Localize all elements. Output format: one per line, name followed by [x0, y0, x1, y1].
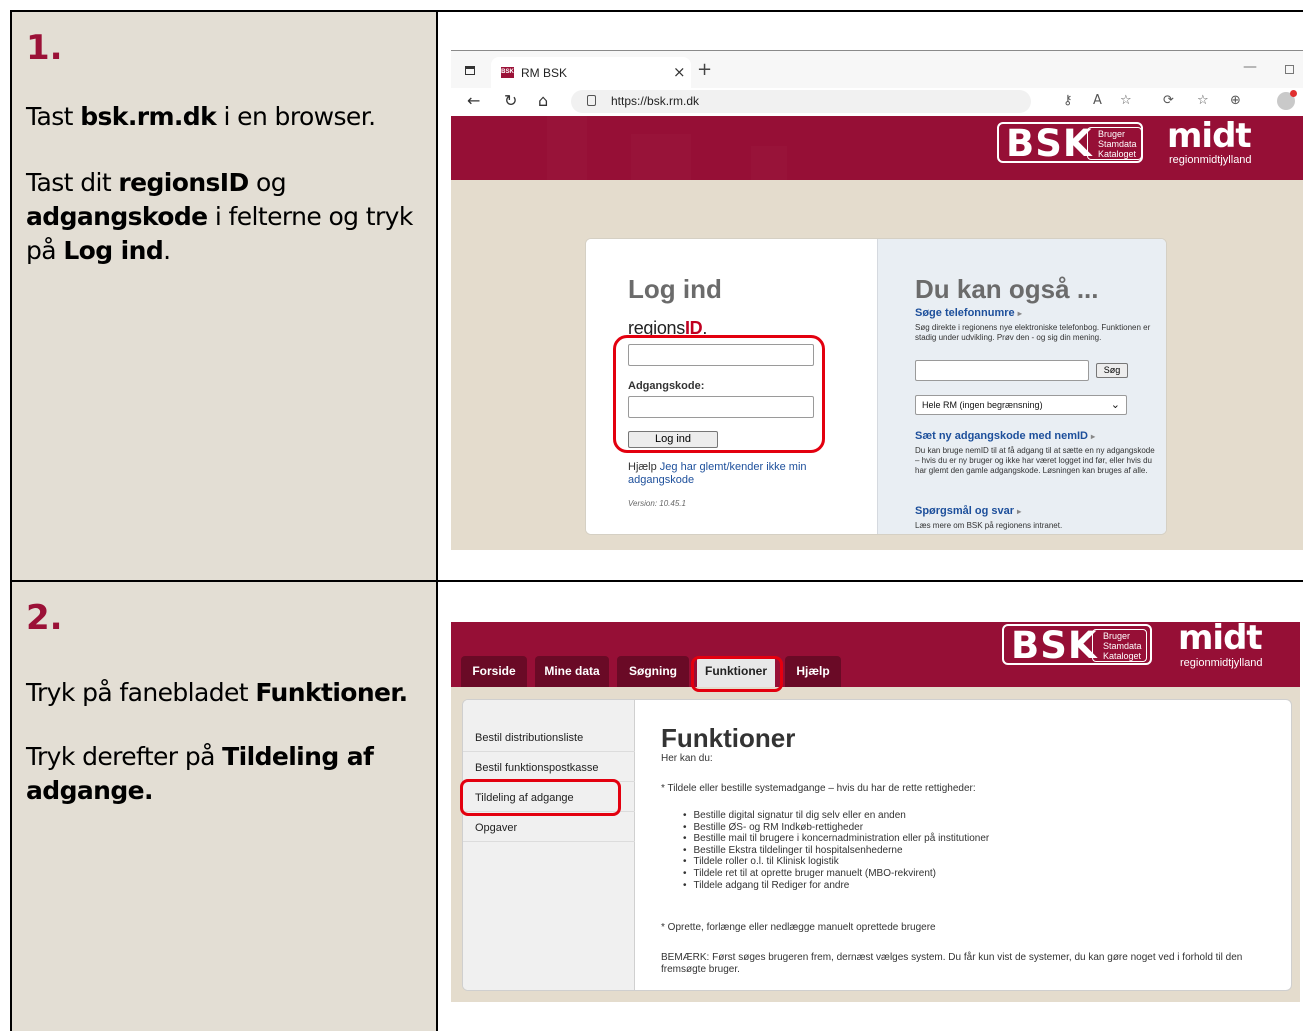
url-field[interactable]: https://bsk.rm.dk	[571, 90, 1031, 113]
dropdown-icon: ⌄	[1110, 399, 1120, 411]
region-logo-text: regionmidtjylland	[1169, 154, 1252, 166]
extensions-icon[interactable]: ⟳	[1163, 93, 1174, 108]
list-item: Tildele roller o.l. til Klinisk logistik	[683, 856, 989, 868]
read-aloud-icon[interactable]: A	[1093, 93, 1102, 108]
funktioner-screenshot: BSK Bruger Stamdata Kataloget midt regio…	[451, 622, 1300, 1002]
page-title: Funktioner	[661, 723, 796, 753]
list-item: Bestille Ekstra tildelinger til hospital…	[683, 845, 989, 857]
nemid-link[interactable]: Sæt ny adgangskode med nemID ▸	[915, 430, 1095, 442]
highlight-login-fields	[613, 335, 825, 453]
maximize-icon[interactable]	[1285, 65, 1294, 74]
bsk-nav-banner: BSK Bruger Stamdata Kataloget midt regio…	[451, 622, 1300, 687]
phone-search-input[interactable]	[915, 360, 1089, 381]
browser-tab[interactable]: BSK RM BSK ×	[491, 57, 691, 88]
tab-soegning[interactable]: Søgning	[617, 656, 689, 687]
region-logo-text: regionmidtjylland	[1180, 657, 1263, 669]
list-item: Tildele adgang til Rediger for andre	[683, 880, 989, 892]
step-1-number: 1.	[26, 28, 63, 68]
bsk-header-banner: BSK Bruger Stamdata Kataloget midt regio…	[451, 116, 1303, 180]
also-panel: Du kan også ... Søge telefonnumre ▸ Søg …	[877, 239, 1166, 534]
step-1-instruction-2: Tast dit regionsID og adgangskode i felt…	[26, 168, 413, 265]
function-list: Bestille digital signatur til dig selv e…	[683, 810, 990, 892]
list-item: Bestille digital signatur til dig selv e…	[683, 810, 989, 822]
version-text: Version: 10.45.1	[628, 499, 686, 508]
sidebar-item-funktionspostkasse[interactable]: Bestil funktionspostkasse	[463, 752, 635, 782]
region-select[interactable]: Hele RM (ingen begrænsning) ⌄	[915, 395, 1127, 415]
home-icon[interactable]: ⌂	[538, 91, 548, 110]
bsk-logo: BSK Bruger Stamdata Kataloget	[1002, 624, 1152, 666]
address-bar: ← ↻ ⌂ https://bsk.rm.dk ⚷ A ☆ ⟳ ☆ ⊕	[451, 88, 1303, 116]
reload-icon[interactable]: ↻	[504, 91, 517, 110]
profile-icon[interactable]	[1277, 90, 1297, 110]
collections-icon[interactable]: ⊕	[1230, 93, 1241, 108]
list-item: Tildele ret til at oprette bruger manuel…	[683, 868, 989, 880]
step-1-cell: 1. Tast bsk.rm.dk i en browser. Tast dit…	[10, 12, 438, 580]
step-1-instruction-1: Tast bsk.rm.dk i en browser.	[26, 102, 376, 131]
bsk-favicon: BSK	[501, 67, 514, 78]
favorite-icon[interactable]: ☆	[1120, 93, 1132, 108]
section-systemadgange: * Tildele eller bestille systemadgange –…	[661, 783, 976, 794]
phone-search-text: Søg direkte i regionens nye elektroniske…	[915, 323, 1151, 342]
note-text: BEMÆRK: Først søges brugeren frem, dernæ…	[661, 952, 1243, 975]
minimize-icon[interactable]: —	[1243, 59, 1257, 75]
highlight-funktioner-tab	[691, 656, 783, 692]
key-icon[interactable]: ⚷	[1063, 93, 1073, 108]
function-sidebar: Bestil distributionsliste Bestil funktio…	[463, 700, 635, 990]
also-title: Du kan også ...	[915, 274, 1099, 304]
tab-title: RM BSK	[521, 66, 568, 80]
faq-text: Læs mere om BSK på regionens intranet.	[915, 521, 1063, 530]
tab-mine-data[interactable]: Mine data	[535, 656, 609, 687]
phone-search-button[interactable]: Søg	[1096, 363, 1128, 378]
step-2-number: 2.	[26, 598, 63, 638]
tab-hjaelp[interactable]: Hjælp	[785, 656, 841, 687]
browser-tab-bar: BSK RM BSK × + —	[451, 51, 1303, 88]
nemid-text: Du kan bruge nemID til at få adgang til …	[915, 446, 1155, 475]
back-icon[interactable]: ←	[467, 91, 480, 110]
list-item: Bestille mail til brugere i koncernadmin…	[683, 833, 990, 845]
midt-logo: midt	[1178, 622, 1263, 658]
midt-logo: midt	[1167, 116, 1252, 156]
tab-forside[interactable]: Forside	[461, 656, 527, 687]
favorites-bar-icon[interactable]: ☆	[1197, 93, 1209, 108]
url-text: https://bsk.rm.dk	[611, 94, 700, 108]
lock-icon	[587, 95, 596, 106]
list-item: Bestille ØS- og RM Indkøb-rettigheder	[683, 822, 989, 834]
step-2-instruction-2: Tryk derefter på Tildeling af adgange.	[26, 742, 374, 805]
faq-link[interactable]: Spørgsmål og svar ▸	[915, 505, 1021, 517]
highlight-tildeling-item	[460, 779, 621, 816]
phone-search-link[interactable]: Søge telefonnumre ▸	[915, 307, 1022, 319]
login-title: Log ind	[628, 274, 722, 304]
tab-close-icon[interactable]: ×	[673, 63, 686, 81]
new-tab-icon[interactable]: +	[697, 59, 712, 80]
intro-text: Her kan du:	[661, 753, 713, 764]
sidebar-item-opgaver[interactable]: Opgaver	[463, 812, 635, 842]
step-2-cell: 2. Tryk på fanebladet Funktioner. Tryk d…	[10, 582, 438, 1031]
section-manuelle-brugere: * Oprette, forlænge eller nedlægge manue…	[661, 922, 936, 933]
step-2-instruction-1: Tryk på fanebladet Funktioner.	[26, 678, 408, 707]
content-panel: Bestil distributionsliste Bestil funktio…	[462, 699, 1292, 991]
help-text: Hjælp Jeg har glemt/kender ikke min adga…	[628, 461, 807, 486]
bsk-logo: BSK Bruger Stamdata Kataloget	[997, 122, 1143, 164]
sidebar-item-distributionsliste[interactable]: Bestil distributionsliste	[463, 722, 635, 752]
window-icon[interactable]	[465, 66, 475, 75]
login-screenshot: BSK RM BSK × + — ← ↻ ⌂ https://bsk.rm.dk…	[451, 50, 1303, 550]
